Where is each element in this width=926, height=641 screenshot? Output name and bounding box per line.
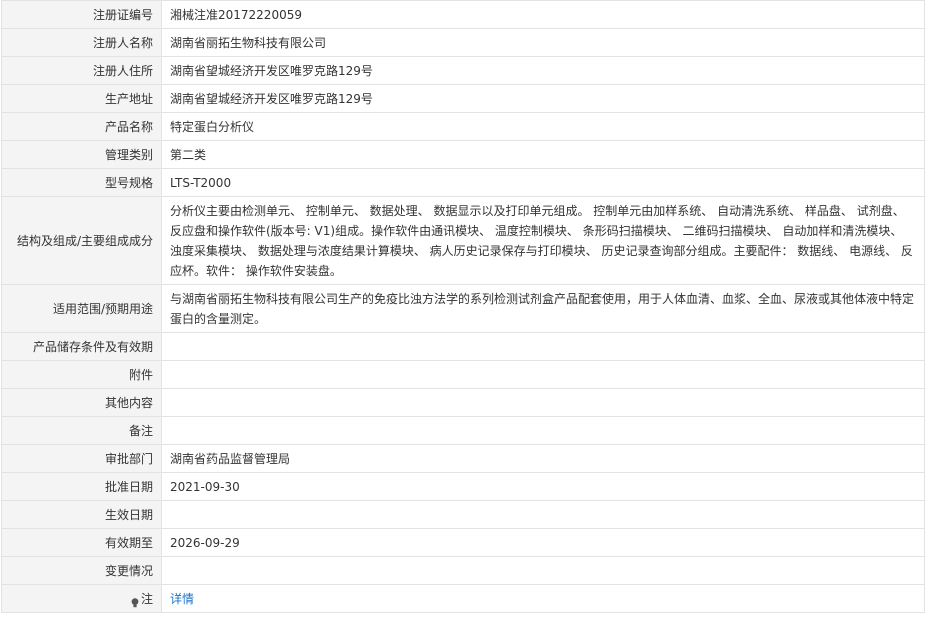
row-label: 产品储存条件及有效期	[1, 332, 162, 361]
table-row: 附件	[1, 360, 925, 389]
details-link[interactable]: 详情	[170, 592, 194, 606]
note-label-cell: 注	[1, 584, 162, 613]
table-row: 批准日期 2021-09-30	[1, 472, 925, 501]
row-value: 湖南省望城经济开发区唯罗克路129号	[161, 84, 925, 113]
table-row: 产品储存条件及有效期	[1, 332, 925, 361]
row-value	[161, 388, 925, 417]
row-label: 生效日期	[1, 500, 162, 529]
registration-detail-table: 注册证编号 湘械注准20172220059 注册人名称 湖南省丽拓生物科技有限公…	[1, 0, 925, 613]
table-row: 注册人名称 湖南省丽拓生物科技有限公司	[1, 28, 925, 57]
row-value: 分析仪主要由检测单元、 控制单元、 数据处理、 数据显示以及打印单元组成。 控制…	[161, 196, 925, 285]
row-label: 管理类别	[1, 140, 162, 169]
row-label: 其他内容	[1, 388, 162, 417]
row-value: 湖南省药品监督管理局	[161, 444, 925, 473]
row-label: 附件	[1, 360, 162, 389]
table-row: 注册人住所 湖南省望城经济开发区唯罗克路129号	[1, 56, 925, 85]
row-label: 结构及组成/主要组成成分	[1, 196, 162, 285]
row-label: 审批部门	[1, 444, 162, 473]
row-label: 注册人名称	[1, 28, 162, 57]
bulb-icon	[131, 594, 139, 608]
row-label: 型号规格	[1, 168, 162, 197]
table-row: 适用范围/预期用途 与湖南省丽拓生物科技有限公司生产的免疫比浊方法学的系列检测试…	[1, 284, 925, 333]
row-value	[161, 556, 925, 585]
row-value: LTS-T2000	[161, 168, 925, 197]
row-label: 注册人住所	[1, 56, 162, 85]
row-label: 产品名称	[1, 112, 162, 141]
note-label: 注	[140, 591, 153, 606]
row-value	[161, 500, 925, 529]
table-row: 审批部门 湖南省药品监督管理局	[1, 444, 925, 473]
row-label: 适用范围/预期用途	[1, 284, 162, 333]
row-value: 湖南省望城经济开发区唯罗克路129号	[161, 56, 925, 85]
table-row: 生效日期	[1, 500, 925, 529]
row-value: 湖南省丽拓生物科技有限公司	[161, 28, 925, 57]
row-label: 生产地址	[1, 84, 162, 113]
row-value	[161, 416, 925, 445]
row-label: 批准日期	[1, 472, 162, 501]
row-value: 第二类	[161, 140, 925, 169]
row-value: 2021-09-30	[161, 472, 925, 501]
table-row: 生产地址 湖南省望城经济开发区唯罗克路129号	[1, 84, 925, 113]
table-row: 其他内容	[1, 388, 925, 417]
table-row: 变更情况	[1, 556, 925, 585]
row-label: 变更情况	[1, 556, 162, 585]
row-label: 备注	[1, 416, 162, 445]
table-row: 管理类别 第二类	[1, 140, 925, 169]
row-value	[161, 332, 925, 361]
table-row: 型号规格 LTS-T2000	[1, 168, 925, 197]
note-value-cell: 详情	[161, 584, 925, 613]
row-value: 特定蛋白分析仪	[161, 112, 925, 141]
row-value	[161, 360, 925, 389]
row-value: 湘械注准20172220059	[161, 0, 925, 29]
table-row: 产品名称 特定蛋白分析仪	[1, 112, 925, 141]
row-value: 与湖南省丽拓生物科技有限公司生产的免疫比浊方法学的系列检测试剂盒产品配套使用，用…	[161, 284, 925, 333]
table-row: 结构及组成/主要组成成分 分析仪主要由检测单元、 控制单元、 数据处理、 数据显…	[1, 196, 925, 285]
note-row: 注 详情	[1, 584, 925, 613]
row-value: 2026-09-29	[161, 528, 925, 557]
table-row: 有效期至 2026-09-29	[1, 528, 925, 557]
table-row: 备注	[1, 416, 925, 445]
row-label: 有效期至	[1, 528, 162, 557]
table-row: 注册证编号 湘械注准20172220059	[1, 0, 925, 29]
row-label: 注册证编号	[1, 0, 162, 29]
